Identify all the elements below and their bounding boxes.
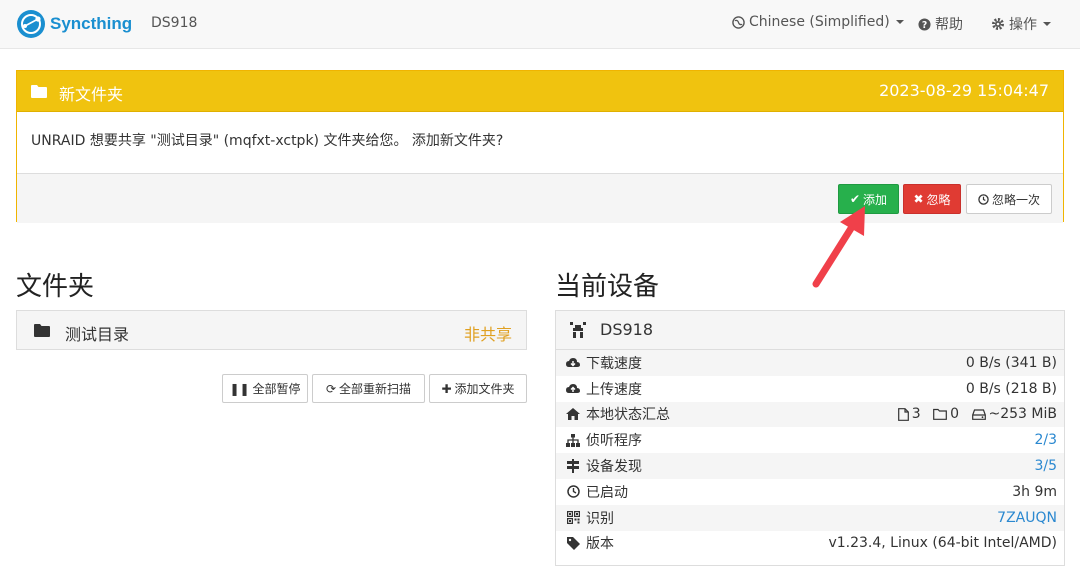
language-dropdown[interactable]: Chinese (Simplified) xyxy=(732,14,904,30)
uptime-value: 3h 9m xyxy=(1012,483,1057,500)
chevron-down-icon xyxy=(895,20,904,24)
close-icon: ✖ xyxy=(913,192,924,206)
notification-title: 新文件夹 xyxy=(59,85,124,104)
pause-all-label: 全部暂停 xyxy=(252,382,301,396)
annotation-arrow-icon xyxy=(812,206,865,288)
rescan-all-label: 全部重新扫描 xyxy=(339,382,412,396)
download-rate-label: 下载速度 xyxy=(586,355,642,372)
sitemap-icon xyxy=(566,433,580,447)
rescan-all-button[interactable]: ⟳ 全部重新扫描 xyxy=(312,374,425,403)
identification-row: 识别 7ZAUQN xyxy=(556,504,1064,531)
qrcode-icon xyxy=(566,511,580,525)
version-value: v1.23.4, Linux (64-bit Intel/AMD) xyxy=(828,535,1057,552)
device-heading: 当前设备 xyxy=(555,272,660,302)
pause-icon: ❚❚ xyxy=(229,381,250,396)
folder-outline-icon xyxy=(933,408,948,421)
uptime-label: 已启动 xyxy=(586,484,628,501)
download-rate-row: 下载速度 0 B/s (341 B) xyxy=(556,350,1064,376)
listeners-link[interactable]: 2/3 xyxy=(1034,432,1057,448)
navbar: Syncthing DS918 Chinese (Simplified) ? 帮… xyxy=(0,0,1080,49)
ignore-once-button[interactable]: 忽略一次 xyxy=(966,184,1052,214)
home-icon xyxy=(566,407,580,421)
globe-icon xyxy=(732,15,745,29)
folder-item[interactable]: 测试目录 非共享 xyxy=(16,310,527,350)
hdd-icon xyxy=(971,409,986,420)
this-device-panel: DS918 下载速度 0 B/s (341 B) 上传速度 0 B/s (218… xyxy=(555,310,1065,566)
device-name: DS918 xyxy=(600,320,654,339)
navbar-device-name: DS918 xyxy=(151,15,198,31)
clock-icon xyxy=(978,193,989,205)
download-rate-value: 0 B/s (341 B) xyxy=(965,354,1057,371)
size-total: ~253 MiB xyxy=(988,406,1057,423)
local-state-row: 本地状态汇总 3 0 ~253 MiB xyxy=(556,401,1064,428)
listeners-row: 侦听程序 2/3 xyxy=(556,427,1064,453)
ignore-button[interactable]: ✖ 忽略 xyxy=(903,184,961,214)
help-icon: ? xyxy=(918,17,931,30)
discovery-link[interactable]: 3/5 xyxy=(1034,458,1057,474)
clock-icon xyxy=(566,485,580,499)
pause-all-button[interactable]: ❚❚ 全部暂停 xyxy=(222,374,308,403)
help-label: 帮助 xyxy=(935,17,963,33)
listeners-label: 侦听程序 xyxy=(586,433,642,450)
cloud-download-icon xyxy=(566,356,580,370)
add-folder-action-button[interactable]: ✚ 添加文件夹 xyxy=(429,374,527,403)
notification-footer: ✔ 添加 ✖ 忽略 忽略一次 xyxy=(17,174,1063,223)
file-icon xyxy=(897,408,909,421)
svg-text:?: ? xyxy=(922,19,927,30)
uptime-row: 已启动 3h 9m xyxy=(556,479,1064,505)
brand[interactable]: Syncthing xyxy=(16,8,132,40)
upload-rate-label: 上传速度 xyxy=(586,381,642,398)
ignore-label: 忽略 xyxy=(926,192,951,207)
device-header[interactable]: DS918 xyxy=(556,311,1064,350)
upload-rate-value: 0 B/s (218 B) xyxy=(965,380,1057,397)
local-state-label: 本地状态汇总 xyxy=(586,407,670,424)
chevron-down-icon xyxy=(1043,22,1051,26)
language-label: Chinese (Simplified) xyxy=(749,14,890,30)
syncthing-logo-icon xyxy=(17,10,45,38)
refresh-icon: ⟳ xyxy=(325,381,337,396)
help-menu[interactable]: ? 帮助 xyxy=(918,14,963,34)
actions-menu[interactable]: 操作 xyxy=(991,14,1051,34)
cloud-upload-icon xyxy=(566,382,580,396)
signpost-icon xyxy=(566,459,580,474)
gear-icon xyxy=(992,18,1004,30)
folder-status: 非共享 xyxy=(463,325,512,344)
folders-heading: 文件夹 xyxy=(16,272,95,302)
folder-icon xyxy=(31,85,47,98)
notification-message: UNRAID 想要共享 "测试目录" (mqfxt-xctpk) 文件夹给您。 … xyxy=(31,133,504,149)
device-id-link[interactable]: 7ZAUQN xyxy=(997,510,1057,526)
version-row: 版本 v1.23.4, Linux (64-bit Intel/AMD) xyxy=(556,531,1064,557)
folder-icon xyxy=(34,324,50,337)
brand-name: Syncthing xyxy=(50,14,133,33)
device-identicon-icon xyxy=(570,322,586,338)
actions-label: 操作 xyxy=(1009,17,1037,33)
upload-rate-row: 上传速度 0 B/s (218 B) xyxy=(556,376,1064,402)
later-label: 忽略一次 xyxy=(991,192,1040,207)
discovery-label: 设备发现 xyxy=(586,459,642,476)
notification-date: 2023-08-29 15:04:47 xyxy=(879,81,1049,100)
discovery-row: 设备发现 3/5 xyxy=(556,453,1064,479)
local-state-value: 3 0 ~253 MiB xyxy=(897,406,1057,423)
folder-name: 测试目录 xyxy=(65,325,130,344)
tag-icon xyxy=(566,536,580,550)
file-count: 3 xyxy=(911,406,921,423)
notification-body: UNRAID 想要共享 "测试目录" (mqfxt-xctpk) 文件夹给您。 … xyxy=(17,112,1063,174)
identification-label: 识别 xyxy=(586,510,614,527)
notification-header: 新文件夹 2023-08-29 15:04:47 xyxy=(17,71,1063,112)
add-folder-label: 添加文件夹 xyxy=(454,382,515,396)
version-label: 版本 xyxy=(586,536,614,553)
plus-icon: ✚ xyxy=(441,381,452,396)
folder-count: 0 xyxy=(950,406,960,423)
new-folder-notification: 新文件夹 2023-08-29 15:04:47 UNRAID 想要共享 "测试… xyxy=(16,70,1064,223)
